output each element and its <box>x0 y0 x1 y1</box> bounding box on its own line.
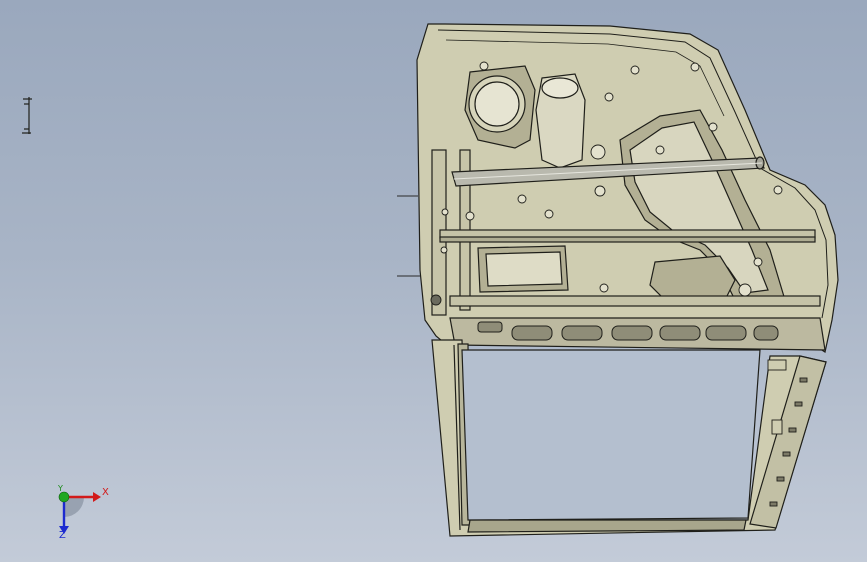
cad-graphics-viewport[interactable]: X Y Z <box>0 0 867 562</box>
coordinate-triad <box>58 491 101 534</box>
y-axis-label: Y <box>58 484 63 493</box>
window-frame[interactable] <box>431 339 827 537</box>
floating-bracket-icon[interactable] <box>22 97 32 134</box>
z-axis-label: Z <box>59 530 66 541</box>
door-assembly-model[interactable] <box>0 0 867 562</box>
x-axis-label: X <box>102 487 109 498</box>
